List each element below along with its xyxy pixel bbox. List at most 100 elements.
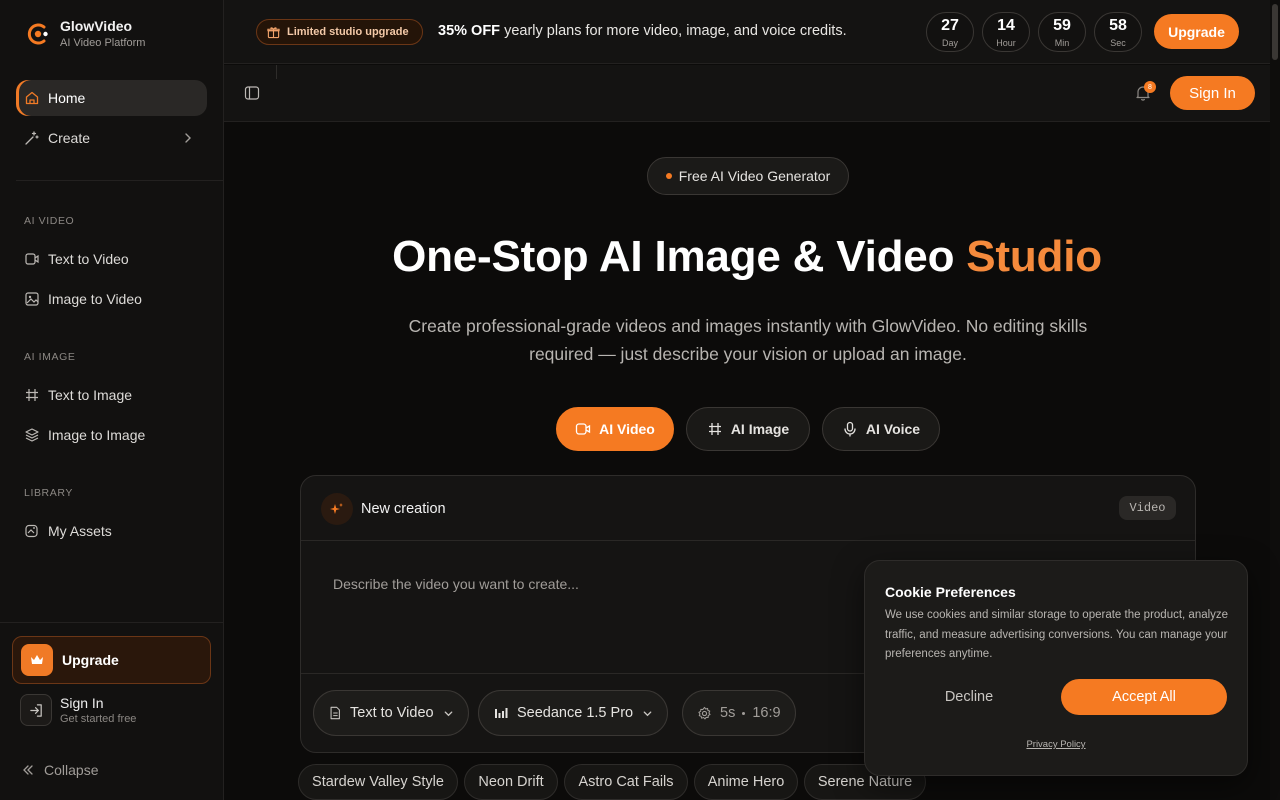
gift-icon bbox=[267, 26, 280, 38]
home-icon bbox=[25, 91, 39, 105]
promo-description: yearly plans for more video, image, and … bbox=[500, 23, 847, 39]
promo-banner: Limited studio upgrade 35% OFF yearly pl… bbox=[224, 0, 1270, 64]
brand-name: GlowVideo bbox=[60, 18, 133, 34]
sidebar-item-text-to-image[interactable]: Text to Image bbox=[16, 377, 207, 413]
countdown-value: 59 bbox=[1053, 17, 1071, 34]
section-label-library: LIBRARY bbox=[24, 487, 73, 499]
model-select[interactable]: Seedance 1.5 Pro bbox=[478, 690, 669, 736]
countdown-value: 58 bbox=[1109, 17, 1127, 34]
cookie-title: Cookie Preferences bbox=[885, 584, 1016, 600]
section-label-ai-image: AI IMAGE bbox=[24, 351, 76, 363]
sidebar-divider bbox=[16, 180, 223, 181]
tab-ai-voice[interactable]: AI Voice bbox=[822, 407, 940, 451]
tab-label: AI Voice bbox=[865, 421, 921, 437]
sidebar-item-label: Image to Video bbox=[48, 291, 142, 307]
sidebar-item-my-assets[interactable]: My Assets bbox=[16, 513, 207, 549]
chevron-right-icon bbox=[185, 133, 191, 143]
tab-label: AI Video bbox=[599, 421, 655, 437]
document-icon bbox=[330, 706, 340, 720]
decline-cookies-button[interactable]: Decline bbox=[885, 679, 1053, 715]
sidebar-item-label: Text to Video bbox=[48, 251, 129, 267]
suggestion-chip[interactable]: Astro Cat Fails bbox=[564, 764, 688, 800]
layers-icon bbox=[25, 428, 39, 442]
signin-title: Sign In bbox=[60, 695, 104, 711]
bar-chart-icon bbox=[495, 708, 508, 718]
hash-icon bbox=[26, 389, 38, 401]
sidebar-footer-divider bbox=[0, 622, 223, 623]
sidebar-item-home[interactable]: Home bbox=[16, 80, 207, 116]
model-label: Seedance 1.5 Pro bbox=[517, 705, 634, 721]
microphone-icon bbox=[844, 421, 856, 437]
sidebar-item-create[interactable]: Create bbox=[16, 120, 207, 156]
hero-pill: Free AI Video Generator bbox=[647, 157, 849, 195]
countdown-unit: Day bbox=[941, 38, 958, 48]
countdown-hour: 14 Hour bbox=[982, 12, 1030, 52]
composer-header: New creation Video bbox=[301, 476, 1195, 541]
collapse-label: Collapse bbox=[44, 762, 99, 778]
brand-subtitle: AI Video Platform bbox=[60, 37, 146, 49]
sidebar-upgrade-button[interactable]: Upgrade bbox=[12, 636, 211, 684]
separator-dot bbox=[742, 711, 746, 715]
sidebar-item-label: My Assets bbox=[48, 523, 112, 539]
sparkles-icon bbox=[321, 493, 353, 525]
section-label-ai-video: AI VIDEO bbox=[24, 215, 75, 227]
sidebar-item-text-to-video[interactable]: Text to Video bbox=[16, 241, 207, 277]
sidebar-toggle-icon[interactable] bbox=[244, 85, 260, 101]
promo-text: 35% OFF yearly plans for more video, ima… bbox=[438, 23, 847, 39]
tab-label: AI Image bbox=[730, 421, 790, 437]
promo-upgrade-button[interactable]: Upgrade bbox=[1154, 14, 1239, 49]
promo-discount: 35% OFF bbox=[438, 23, 501, 39]
countdown-day: 27 Day bbox=[926, 12, 974, 52]
countdown-sec: 58 Sec bbox=[1094, 12, 1142, 52]
brand[interactable]: GlowVideo AI Video Platform bbox=[24, 17, 145, 51]
scrollbar-thumb[interactable] bbox=[1272, 4, 1278, 60]
sidebar-item-image-to-image[interactable]: Image to Image bbox=[16, 417, 207, 453]
countdown-value: 27 bbox=[941, 17, 959, 34]
hash-icon bbox=[708, 423, 721, 435]
suggestion-chip[interactable]: Anime Hero bbox=[694, 764, 798, 800]
image-icon bbox=[25, 292, 39, 306]
tab-ai-video[interactable]: AI Video bbox=[556, 407, 674, 451]
gear-icon bbox=[698, 706, 711, 719]
hero-title: One-Stop AI Image & Video Studio bbox=[224, 232, 1270, 282]
header-signin-button[interactable]: Sign In bbox=[1170, 76, 1255, 110]
video-settings-button[interactable]: 5s 16:9 bbox=[682, 690, 796, 736]
assets-icon bbox=[25, 524, 38, 538]
sidebar-item-image-to-video[interactable]: Image to Video bbox=[16, 281, 207, 317]
hero-title-main: One-Stop AI Image & Video bbox=[392, 232, 967, 281]
sidebar-item-label: Text to Image bbox=[48, 387, 133, 403]
composer-title: New creation bbox=[361, 501, 446, 517]
login-icon bbox=[20, 694, 52, 726]
tab-ai-image[interactable]: AI Image bbox=[686, 407, 810, 451]
countdown-unit: Min bbox=[1054, 38, 1070, 48]
generation-mode-select[interactable]: Text to Video bbox=[313, 690, 469, 736]
promo-tag: Limited studio upgrade bbox=[256, 19, 423, 45]
composer-type-badge: Video bbox=[1119, 496, 1176, 520]
scrollbar-track[interactable] bbox=[1270, 0, 1280, 800]
generation-mode-label: Text to Video bbox=[350, 705, 434, 721]
cookie-body: We use cookies and similar storage to op… bbox=[885, 609, 1229, 660]
sidebar-item-label: Home bbox=[48, 90, 86, 106]
duration-value: 5s bbox=[720, 705, 736, 721]
cookie-preferences-dialog: Cookie Preferences We use cookies and si… bbox=[864, 560, 1248, 776]
countdown-unit: Hour bbox=[996, 38, 1016, 48]
sparkle-wand-icon bbox=[25, 131, 39, 145]
privacy-policy-link[interactable]: Privacy Policy bbox=[865, 739, 1247, 750]
suggestion-chip[interactable]: Neon Drift bbox=[464, 764, 558, 800]
accept-cookies-button[interactable]: Accept All bbox=[1061, 679, 1227, 715]
notification-badge: 8 bbox=[1144, 81, 1156, 93]
video-camera-icon bbox=[25, 253, 39, 265]
top-header: 8 Sign In bbox=[224, 65, 1270, 122]
sidebar-item-label: Image to Image bbox=[48, 427, 146, 443]
countdown-unit: Sec bbox=[1110, 38, 1126, 48]
chevron-down-icon bbox=[643, 710, 652, 716]
countdown-min: 59 Min bbox=[1038, 12, 1086, 52]
hero-title-accent: Studio bbox=[966, 232, 1102, 281]
promo-tag-label: Limited studio upgrade bbox=[287, 26, 409, 38]
sidebar-signin-button[interactable]: Sign In Get started free bbox=[20, 694, 136, 726]
suggestion-chip[interactable]: Stardew Valley Style bbox=[298, 764, 458, 800]
hero-description: Create professional-grade videos and ima… bbox=[408, 316, 1088, 364]
hero-pill-label: Free AI Video Generator bbox=[678, 168, 831, 184]
collapse-sidebar-button[interactable]: Collapse bbox=[22, 762, 98, 778]
prompt-input[interactable] bbox=[333, 572, 853, 596]
